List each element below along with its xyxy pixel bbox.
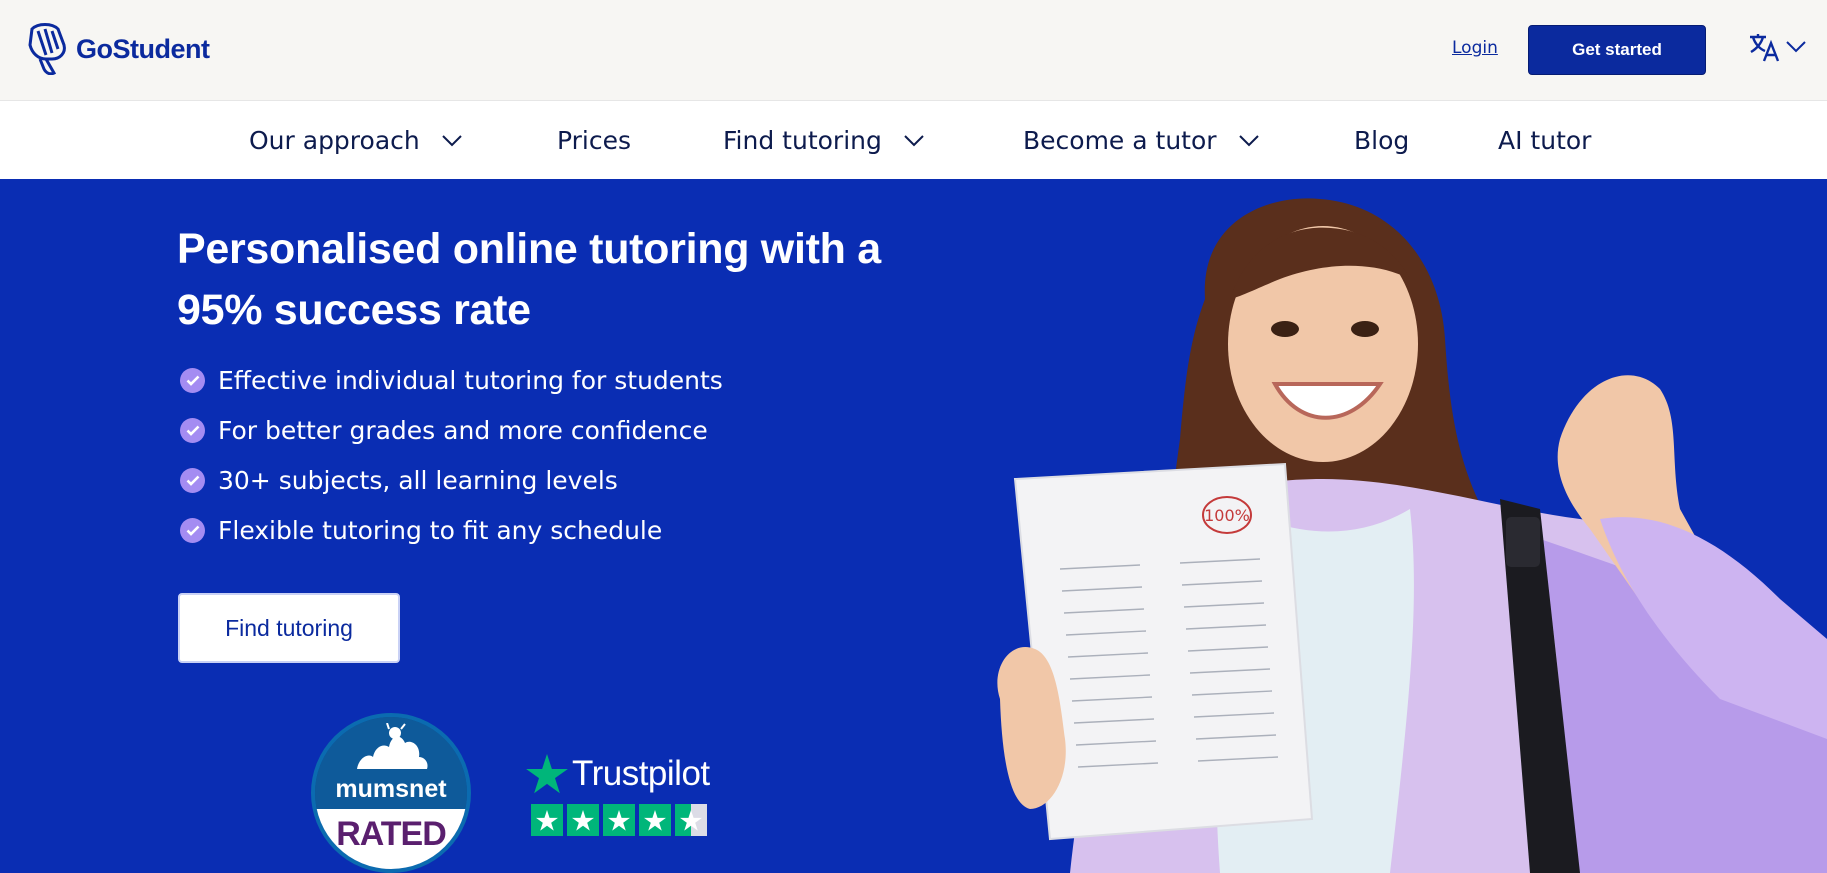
login-link[interactable]: Login: [1452, 38, 1498, 58]
feature-item: For better grades and more confidence: [180, 405, 723, 455]
mumsnet-wordmark: mumsnet: [335, 775, 447, 803]
hero-image-student-with-test: 100%: [997, 198, 1827, 873]
hero-headline: Personalised online tutoring with a 95% …: [177, 225, 881, 334]
nav-item-label: Blog: [1354, 126, 1410, 155]
trustpilot-star-2: [567, 804, 599, 836]
feature-text: Effective individual tutoring for studen…: [218, 365, 723, 395]
nav-our-approach[interactable]: Our approach: [249, 101, 462, 180]
translate-icon: [1750, 34, 1780, 62]
feature-text: 30+ subjects, all learning levels: [218, 465, 618, 495]
main-nav: Our approach Prices Find tutoring Become…: [0, 100, 1827, 179]
feature-text: For better grades and more confidence: [218, 415, 708, 445]
chevron-down-icon: [1786, 41, 1806, 53]
find-tutoring-button[interactable]: Find tutoring: [178, 593, 400, 663]
nav-item-label: Become a tutor: [1023, 126, 1217, 155]
nav-become-a-tutor[interactable]: Become a tutor: [1023, 101, 1259, 180]
check-circle-icon: [180, 467, 205, 493]
trustpilot-rating-stars: [531, 804, 710, 836]
nav-item-label: Find tutoring: [723, 126, 882, 155]
trustpilot-star-4: [639, 804, 671, 836]
feature-item: Flexible tutoring to fit any schedule: [180, 505, 723, 555]
mumsnet-rated-label: RATED: [336, 815, 447, 853]
chevron-down-icon: [442, 134, 462, 146]
nav-blog[interactable]: Blog: [1354, 101, 1409, 180]
mumsnet-rated-badge: mumsnet RATED: [311, 713, 471, 873]
trustpilot-star-icon: [526, 754, 568, 794]
check-circle-icon: [180, 517, 205, 543]
get-started-button[interactable]: Get started: [1528, 25, 1706, 75]
language-selector[interactable]: [1748, 32, 1806, 62]
chevron-down-icon: [1238, 134, 1259, 146]
trustpilot-star-5: [675, 804, 707, 836]
mumsnet-crest-icon: [357, 723, 428, 769]
feature-text: Flexible tutoring to fit any schedule: [218, 515, 663, 545]
nav-item-label: AI tutor: [1498, 126, 1592, 155]
logo-icon: [28, 23, 66, 75]
trustpilot-badge: Trustpilot: [526, 754, 710, 836]
nav-item-label: Prices: [557, 126, 632, 155]
trustpilot-star-1: [531, 804, 563, 836]
nav-ai-tutor[interactable]: AI tutor: [1498, 101, 1591, 180]
hero-section: Personalised online tutoring with a 95% …: [0, 179, 1827, 873]
feature-item: Effective individual tutoring for studen…: [180, 355, 723, 405]
check-circle-icon: [180, 367, 205, 393]
nav-prices[interactable]: Prices: [557, 101, 631, 180]
chevron-down-icon: [904, 134, 924, 146]
nav-item-label: Our approach: [249, 126, 420, 155]
gostudent-logo[interactable]: GoStudent: [24, 23, 210, 75]
top-bar: GoStudent Login Get started: [0, 0, 1827, 100]
feature-list: Effective individual tutoring for studen…: [180, 355, 723, 555]
trustpilot-wordmark: Trustpilot: [572, 754, 710, 793]
logo-wordmark: GoStudent: [76, 33, 210, 64]
trustpilot-header: Trustpilot: [526, 754, 710, 794]
feature-item: 30+ subjects, all learning levels: [180, 455, 723, 505]
nav-find-tutoring[interactable]: Find tutoring: [723, 101, 924, 180]
check-circle-icon: [180, 417, 205, 443]
paper-score: 100%: [1204, 506, 1250, 525]
trustpilot-star-3: [603, 804, 635, 836]
